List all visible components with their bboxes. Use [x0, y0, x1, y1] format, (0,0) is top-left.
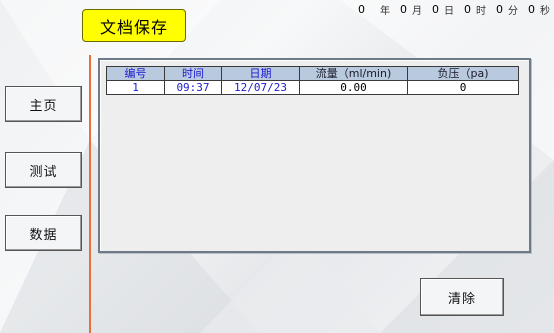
month-unit: 月 — [412, 5, 422, 17]
cell-time: 09:37 — [164, 80, 222, 95]
day-value: 0 — [432, 2, 439, 16]
records-table: 编号 时间 日期 流量（ml/min) 负压（pa) 1 09:37 12/07… — [106, 66, 519, 95]
year-value: 0 — [358, 2, 365, 16]
second-unit: 秒 — [540, 5, 550, 17]
divider-line — [89, 55, 91, 333]
records-panel: 编号 时间 日期 流量（ml/min) 负压（pa) 1 09:37 12/07… — [98, 58, 531, 253]
table-row[interactable]: 1 09:37 12/07/23 0.00 0 — [106, 80, 519, 95]
day-unit: 日 — [444, 5, 454, 17]
datetime-display: 0 年 0 月 0 日 0 时 0 分 0 秒 — [350, 2, 550, 17]
month-value: 0 — [400, 2, 407, 16]
nav-home-button[interactable]: 主页 — [5, 86, 82, 122]
year-unit: 年 — [380, 5, 390, 17]
second-value: 0 — [528, 2, 535, 16]
header-time: 时间 — [164, 66, 222, 81]
header-id: 编号 — [106, 66, 165, 81]
minute-value: 0 — [496, 2, 503, 16]
nav-test-button[interactable]: 测试 — [5, 152, 82, 188]
minute-unit: 分 — [508, 5, 518, 17]
table-header-row: 编号 时间 日期 流量（ml/min) 负压（pa) — [106, 66, 519, 81]
header-flow: 流量（ml/min) — [299, 66, 408, 81]
cell-pressure: 0 — [407, 80, 519, 95]
header-date: 日期 — [221, 66, 300, 81]
hour-value: 0 — [464, 2, 471, 16]
document-save-title: 文档保存 — [82, 9, 186, 42]
nav-data-button[interactable]: 数据 — [5, 215, 82, 251]
cell-id: 1 — [106, 80, 165, 95]
hour-unit: 时 — [476, 5, 486, 17]
clear-button[interactable]: 清除 — [420, 278, 504, 316]
header-pressure: 负压（pa) — [407, 66, 519, 81]
cell-flow: 0.00 — [299, 80, 408, 95]
cell-date: 12/07/23 — [221, 80, 300, 95]
